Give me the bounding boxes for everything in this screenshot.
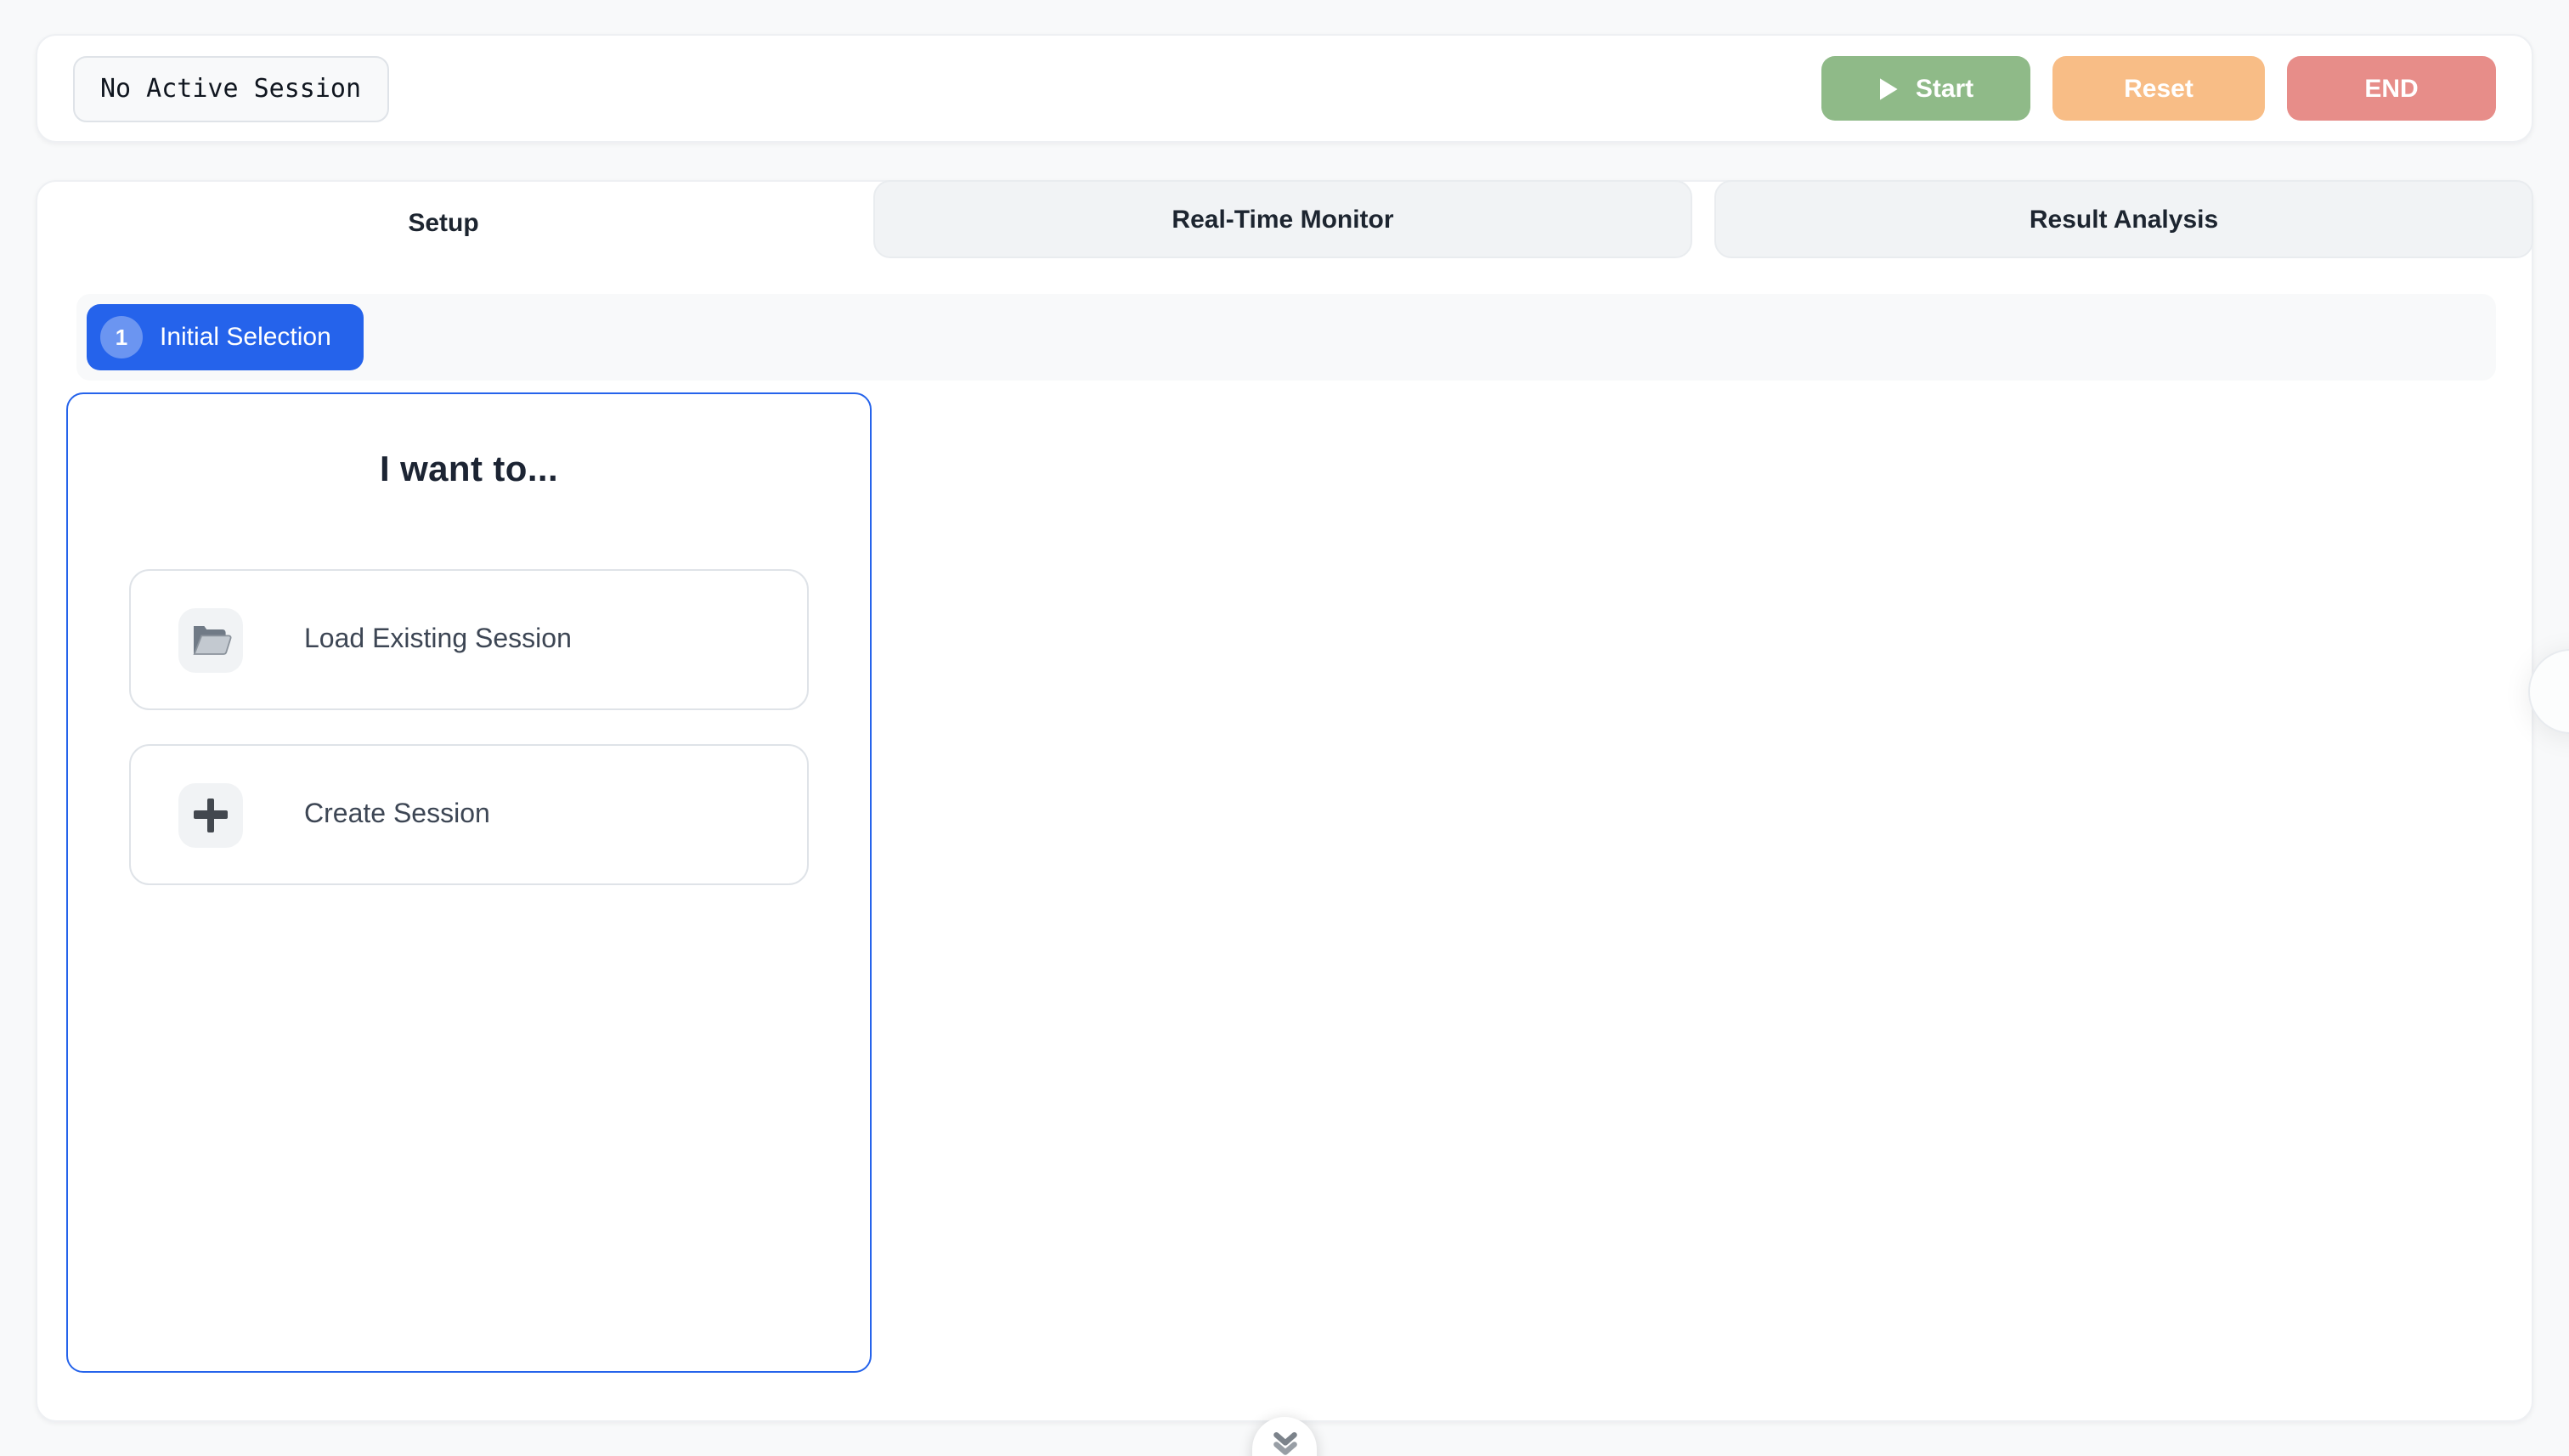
panel-title: I want to... xyxy=(68,450,870,491)
tab-result-analysis[interactable]: Result Analysis xyxy=(1714,180,2533,258)
open-folder-icon xyxy=(178,607,243,672)
start-button-label: Start xyxy=(1916,74,1973,103)
topbar-actions: Start Reset END xyxy=(1821,56,2496,121)
initial-selection-panel: I want to... Load Existing Session Creat… xyxy=(66,392,872,1373)
step-number-badge: 1 xyxy=(100,316,143,358)
main-panel: Setup Real-Time Monitor Result Analysis … xyxy=(36,180,2533,1422)
session-status-badge: No Active Session xyxy=(73,55,388,121)
tab-setup[interactable]: Setup xyxy=(36,180,851,265)
reset-button[interactable]: Reset xyxy=(2052,56,2265,121)
tab-real-time-monitor[interactable]: Real-Time Monitor xyxy=(873,180,1692,258)
chevrons-down-icon xyxy=(1270,1432,1299,1456)
topbar: No Active Session Start Reset END xyxy=(36,34,2533,143)
edge-handle[interactable] xyxy=(2528,649,2569,734)
plus-icon xyxy=(178,782,243,847)
load-existing-session-option[interactable]: Load Existing Session xyxy=(129,569,809,710)
load-existing-session-label: Load Existing Session xyxy=(304,624,572,655)
start-button[interactable]: Start xyxy=(1821,56,2030,121)
step-strip: 1 Initial Selection xyxy=(76,294,2496,381)
end-button[interactable]: END xyxy=(2287,56,2496,121)
create-session-option[interactable]: Create Session xyxy=(129,744,809,885)
play-icon xyxy=(1878,76,1900,101)
scroll-down-button[interactable] xyxy=(1252,1417,1317,1456)
step-initial-selection[interactable]: 1 Initial Selection xyxy=(87,304,364,370)
app-viewport: No Active Session Start Reset END Setup … xyxy=(0,0,2569,1456)
tab-bar: Setup Real-Time Monitor Result Analysis xyxy=(36,180,2533,265)
step-label: Initial Selection xyxy=(160,323,331,352)
create-session-label: Create Session xyxy=(304,799,490,830)
